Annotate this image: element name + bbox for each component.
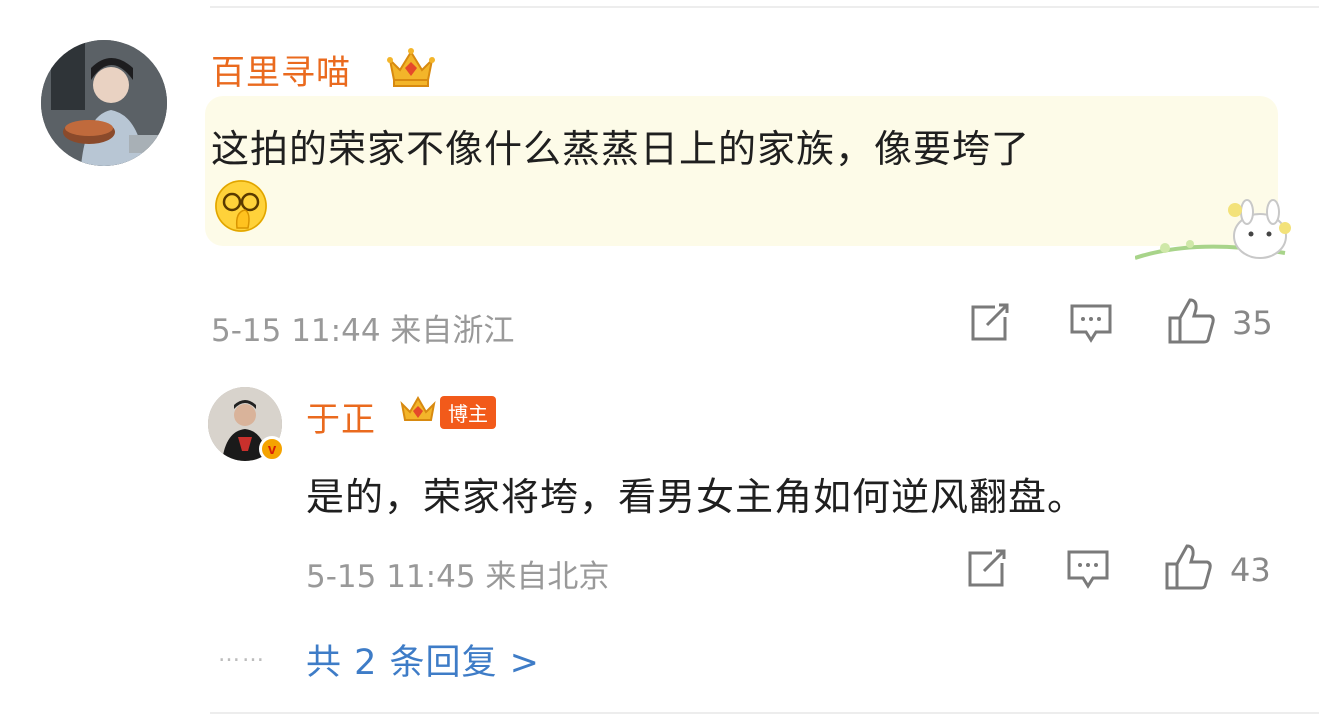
reply-share-icon[interactable] [963, 546, 1009, 592]
more-replies-link[interactable]: 共 2 条回复 > [306, 634, 540, 685]
covering-face-emoji-icon [215, 180, 267, 232]
top-divider [210, 6, 1319, 8]
crown-badge-icon [398, 392, 438, 433]
username[interactable]: 百里寻喵 [211, 45, 351, 94]
blogger-badge: 博主 [398, 394, 496, 430]
bunny-decoration-icon [1134, 198, 1295, 270]
verified-badge: v [259, 436, 285, 462]
comment-icon[interactable] [1068, 300, 1114, 346]
blogger-badge-label: 博主 [440, 395, 496, 429]
comment-meta: 5-15 11:44 来自浙江 [211, 313, 515, 349]
avatar[interactable] [41, 40, 167, 166]
share-icon[interactable] [966, 300, 1012, 346]
more-replies-dots: …… [218, 642, 266, 667]
comment-text: 这拍的荣家不像什么蒸蒸日上的家族，像要垮了 [211, 127, 1031, 171]
reply-username[interactable]: 于正 [306, 392, 376, 441]
reply-like-count: 43 [1230, 551, 1271, 589]
reply-like-icon[interactable] [1163, 542, 1213, 592]
bottom-divider [210, 712, 1319, 714]
reply-comment-icon[interactable] [1065, 546, 1111, 592]
like-icon[interactable] [1166, 296, 1216, 346]
reply-text: 是的，荣家将垮，看男女主角如何逆风翻盘。 [306, 475, 1087, 519]
like-count: 35 [1232, 304, 1273, 342]
reply-meta: 5-15 11:45 来自北京 [306, 559, 610, 595]
crown-badge-icon [382, 42, 440, 90]
